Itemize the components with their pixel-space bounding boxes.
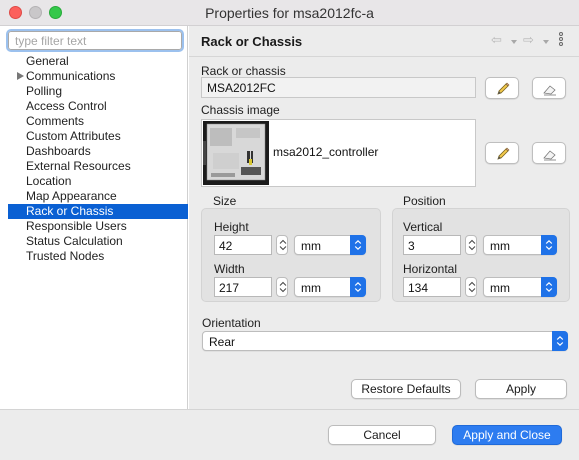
- sidebar-item-label: Status Calculation: [26, 234, 123, 248]
- horizontal-stepper[interactable]: [465, 277, 477, 297]
- sidebar-item-label: Responsible Users: [26, 219, 127, 233]
- restore-defaults-button[interactable]: Restore Defaults: [351, 379, 461, 399]
- stepper-arrows-icon: [279, 281, 287, 293]
- clear-rack-button[interactable]: [532, 77, 566, 99]
- clear-chassis-image-button[interactable]: [532, 142, 566, 164]
- position-group-label: Position: [403, 194, 446, 208]
- sidebar-item-general[interactable]: General: [8, 54, 188, 69]
- sidebar-item-trusted-nodes[interactable]: Trusted Nodes: [8, 249, 188, 264]
- expand-triangle-icon[interactable]: [17, 72, 24, 80]
- sidebar-item-label: Location: [26, 174, 72, 188]
- apply-button[interactable]: Apply: [475, 379, 567, 399]
- horizontal-label: Horizontal: [403, 262, 458, 276]
- sidebar: GeneralCommunicationsPollingAccess Contr…: [0, 26, 188, 409]
- width-label: Width: [214, 262, 245, 276]
- page-title: Rack or Chassis: [201, 34, 303, 49]
- chevron-updown-icon: [541, 277, 557, 297]
- select-rack-button[interactable]: [485, 77, 519, 99]
- sidebar-item-access-control[interactable]: Access Control: [8, 99, 188, 114]
- sidebar-item-label: Communications: [26, 69, 116, 83]
- select-chassis-image-button[interactable]: [485, 142, 519, 164]
- sidebar-item-comments[interactable]: Comments: [8, 114, 188, 129]
- rack-label: Rack or chassis: [201, 64, 286, 78]
- page-header: Rack or Chassis ⇦ ⇨: [189, 26, 579, 57]
- filter-input[interactable]: [6, 29, 184, 52]
- window-title: Properties for msa2012fc-a: [205, 5, 374, 21]
- orientation-value: Rear: [209, 335, 236, 349]
- chevron-updown-icon: [350, 277, 366, 297]
- sidebar-item-label: Rack or Chassis: [26, 204, 114, 218]
- width-unit-value: mm: [301, 281, 321, 295]
- orientation-select[interactable]: Rear: [202, 331, 568, 351]
- height-field[interactable]: 42: [214, 235, 272, 255]
- sidebar-item-dashboards[interactable]: Dashboards: [8, 144, 188, 159]
- sidebar-item-label: Dashboards: [26, 144, 91, 158]
- sidebar-item-label: Custom Attributes: [26, 129, 121, 143]
- sidebar-item-label: Trusted Nodes: [26, 249, 105, 263]
- position-group: Vertical 3 mm Horizontal 134 mm: [392, 208, 570, 302]
- dialog-footer: Cancel Apply and Close: [0, 409, 579, 460]
- height-unit-value: mm: [301, 239, 321, 253]
- sidebar-item-label: General: [26, 54, 69, 68]
- rack-field: MSA2012FC: [201, 77, 476, 98]
- back-history-caret-icon[interactable]: [511, 40, 517, 44]
- sidebar-item-external-resources[interactable]: External Resources: [8, 159, 188, 174]
- forward-history-caret-icon[interactable]: [543, 40, 549, 44]
- chevron-updown-icon: [350, 235, 366, 255]
- cancel-button[interactable]: Cancel: [328, 425, 436, 445]
- sidebar-item-status-calculation[interactable]: Status Calculation: [8, 234, 188, 249]
- width-field[interactable]: 217: [214, 277, 272, 297]
- forward-arrow-icon[interactable]: ⇨: [523, 32, 534, 48]
- apply-and-close-button[interactable]: Apply and Close: [452, 425, 562, 445]
- vertical-field[interactable]: 3: [403, 235, 461, 255]
- height-unit-select[interactable]: mm: [294, 235, 366, 255]
- sidebar-item-label: Map Appearance: [26, 189, 117, 203]
- main-panel: Rack or Chassis ⇦ ⇨ Rack or chassis MSA2…: [189, 26, 579, 409]
- height-stepper[interactable]: [276, 235, 288, 255]
- horizontal-field[interactable]: 134: [403, 277, 461, 297]
- chevron-updown-icon: [552, 331, 568, 351]
- sidebar-item-label: Comments: [26, 114, 85, 128]
- stepper-arrows-icon: [468, 239, 476, 251]
- sidebar-item-custom-attributes[interactable]: Custom Attributes: [8, 129, 188, 144]
- horizontal-unit-select[interactable]: mm: [483, 277, 557, 297]
- orientation-label: Orientation: [202, 316, 261, 330]
- pencil-icon: [497, 147, 510, 160]
- width-stepper[interactable]: [276, 277, 288, 297]
- more-vertical-icon[interactable]: [559, 32, 565, 50]
- horizontal-unit-value: mm: [490, 281, 510, 295]
- property-page-list: General Communications Polling Access Contr…: [8, 54, 188, 264]
- vertical-label: Vertical: [403, 220, 443, 234]
- eraser-icon: [543, 150, 556, 161]
- title-bar: Properties for msa2012fc-a: [0, 0, 579, 26]
- pencil-icon: [497, 82, 510, 95]
- sidebar-item-map-appearance[interactable]: Map Appearance: [8, 189, 188, 204]
- eraser-icon: [543, 85, 556, 96]
- sidebar-item-label: Access Control: [26, 99, 107, 113]
- back-arrow-icon[interactable]: ⇦: [491, 32, 502, 48]
- stepper-arrows-icon: [279, 239, 287, 251]
- chassis-thumbnail-image: [203, 121, 269, 185]
- sidebar-item-responsible-users[interactable]: Responsible Users: [8, 219, 188, 234]
- vertical-unit-select[interactable]: mm: [483, 235, 557, 255]
- sidebar-item-polling[interactable]: Polling: [8, 84, 188, 99]
- sidebar-item-label: Polling: [26, 84, 63, 98]
- vertical-unit-value: mm: [490, 239, 510, 253]
- stepper-arrows-icon: [468, 281, 476, 293]
- height-label: Height: [214, 220, 249, 234]
- vertical-stepper[interactable]: [465, 235, 477, 255]
- chassis-image-box: msa2012_controller: [201, 119, 476, 187]
- sidebar-item-communications[interactable]: Communications: [8, 69, 188, 84]
- chassis-image-name: msa2012_controller: [273, 145, 379, 159]
- size-group: Height 42 mm Width 217 mm: [201, 208, 381, 302]
- chevron-updown-icon: [541, 235, 557, 255]
- sidebar-item-label: External Resources: [26, 159, 131, 173]
- width-unit-select[interactable]: mm: [294, 277, 366, 297]
- sidebar-item-rack-or-chassis[interactable]: Rack or Chassis: [8, 204, 188, 219]
- chassis-image-label: Chassis image: [201, 103, 280, 117]
- size-group-label: Size: [213, 194, 237, 208]
- sidebar-item-location[interactable]: Location: [8, 174, 188, 189]
